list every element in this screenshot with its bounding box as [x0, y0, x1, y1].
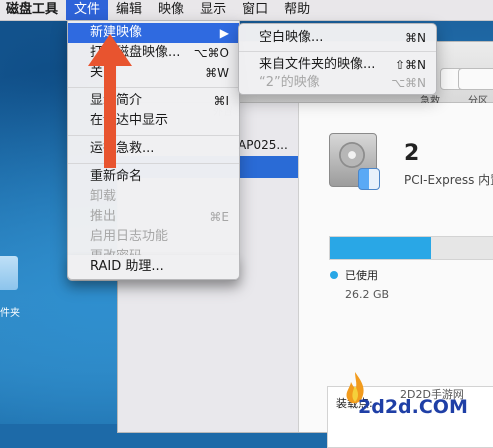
menubar-item-edit[interactable]: 编辑	[108, 0, 150, 20]
menu-item-shortcut: ⌘W	[205, 66, 229, 80]
hard-disk-icon	[329, 133, 380, 190]
file-menu-bottom: RAID 助理...	[67, 255, 240, 280]
finder-icon	[358, 168, 380, 190]
desktop-folder-label[interactable]: 件夹	[0, 304, 20, 319]
menu-item-image-of-2: “2”的映像 ⌥⌘N	[239, 73, 436, 93]
menu-item-label: 打开磁盘映像...	[90, 45, 181, 60]
menu-item-label: 在访达中显示	[90, 113, 169, 128]
menu-item-label: 启用日志功能	[90, 229, 169, 244]
disk-platter-icon	[339, 142, 365, 168]
menu-item-open-disk-image[interactable]: 打开磁盘映像... ⌥⌘O	[68, 43, 239, 63]
partition-button[interactable]	[458, 68, 493, 90]
used-legend-dot	[330, 271, 338, 279]
used-label: 已使用	[345, 269, 378, 282]
menu-item-label: RAID 助理...	[90, 259, 164, 274]
menu-item-shortcut: ⌘E	[209, 210, 229, 224]
menu-item-label: 空白映像...	[259, 30, 324, 45]
menu-item-get-info[interactable]: 显示简介 ⌘I	[68, 91, 239, 111]
menubar-app-name[interactable]: 磁盘工具	[0, 0, 66, 20]
usage-bar-fill	[330, 237, 432, 259]
menu-item-shortcut: ⌥⌘N	[391, 76, 426, 90]
menubar-item-image[interactable]: 映像	[150, 0, 192, 20]
file-menu: 新建映像 ▶ 打开磁盘映像... ⌥⌘O 关闭 ⌘W 显示简介 ⌘I 在访达中显…	[67, 20, 240, 281]
menu-item-raid-assistant[interactable]: RAID 助理...	[68, 257, 239, 277]
menu-item-label: 运行急救...	[90, 141, 155, 156]
menu-item-label: 卸载	[90, 189, 117, 204]
menu-item-rename[interactable]: 重新命名	[68, 167, 239, 187]
menubar-item-view[interactable]: 显示	[192, 0, 234, 20]
menu-separator	[239, 51, 436, 52]
new-image-submenu: 空白映像... ⌘N 来自文件夹的映像... ⇧⌘N “2”的映像 ⌥⌘N	[238, 23, 437, 95]
disk-subtitle: PCI-Express 内置	[404, 173, 493, 187]
menu-item-image-from-folder[interactable]: 来自文件夹的映像... ⇧⌘N	[239, 55, 436, 75]
menu-item-shortcut: ⌥⌘O	[193, 46, 229, 60]
menu-item-label: 重新命名	[90, 169, 143, 184]
menu-item-enable-journaling: 启用日志功能	[68, 227, 239, 247]
menu-item-label: 推出	[90, 209, 117, 224]
menu-item-new-image[interactable]: 新建映像 ▶	[68, 23, 239, 43]
menu-separator	[68, 135, 239, 136]
watermark-url: 2d2d.COM	[358, 396, 468, 418]
menu-item-unmount: 卸载	[68, 187, 239, 207]
usage-bar	[329, 236, 493, 260]
menu-item-show-in-finder[interactable]: 在访达中显示	[68, 111, 239, 131]
menu-item-label: “2”的映像	[259, 75, 320, 90]
menu-item-eject: 推出 ⌘E	[68, 207, 239, 227]
disk-title: 2	[404, 141, 420, 166]
menu-separator	[68, 87, 239, 88]
menu-item-shortcut: ⌘N	[405, 31, 426, 45]
menu-item-close[interactable]: 关闭 ⌘W	[68, 63, 239, 83]
submenu-arrow-icon: ▶	[219, 26, 229, 40]
menubar-item-window[interactable]: 窗口	[234, 0, 276, 20]
menubar-item-help[interactable]: 帮助	[276, 0, 318, 20]
menu-item-label: 新建映像	[90, 25, 143, 40]
menubar-item-file[interactable]: 文件	[66, 0, 109, 20]
menu-item-shortcut: ⇧⌘N	[394, 58, 426, 72]
menu-item-label: 关闭	[90, 65, 117, 80]
sidebar-item-label: AP025...	[238, 138, 288, 152]
desktop-folder-icon[interactable]	[0, 256, 18, 290]
menu-separator	[68, 163, 239, 164]
menu-item-label: 来自文件夹的映像...	[259, 57, 376, 72]
menu-item-label: 显示简介	[90, 93, 143, 108]
detail-pane: 2 PCI-Express 内置 已使用 26.2 GB 装载点:	[299, 103, 493, 448]
menu-item-shortcut: ⌘I	[213, 94, 229, 108]
menubar: 磁盘工具 文件 编辑 映像 显示 窗口 帮助	[0, 0, 493, 21]
used-value: 26.2 GB	[345, 288, 390, 301]
menu-item-first-aid[interactable]: 运行急救...	[68, 139, 239, 159]
menu-item-blank-image[interactable]: 空白映像... ⌘N	[239, 28, 436, 48]
